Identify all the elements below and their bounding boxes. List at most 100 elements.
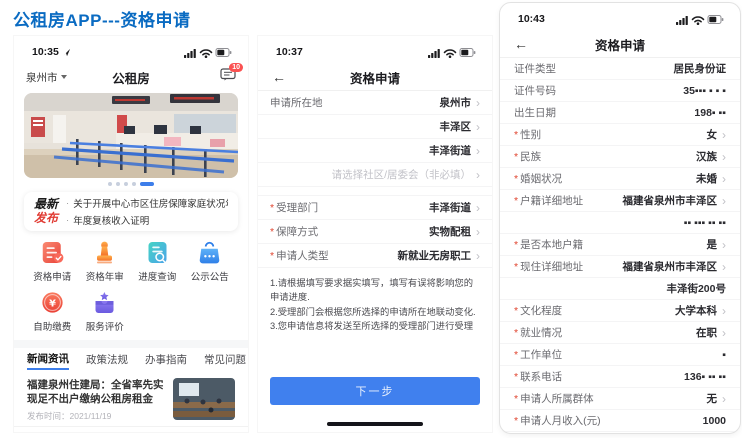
required-asterisk: * — [514, 173, 518, 185]
field-value: 无 — [707, 391, 718, 406]
section-divider-band — [14, 340, 248, 348]
field-label: *现住详细地址 — [514, 259, 583, 274]
svg-text:¥: ¥ — [49, 298, 56, 309]
news-tabs: 新闻资讯 政策法规 办事指南 常见问题 资 — [14, 348, 248, 372]
grid-item-self-pay[interactable]: ¥ 自助缴费 — [26, 289, 79, 333]
tab-faq[interactable]: 常见问题 — [204, 352, 246, 369]
required-asterisk: * — [514, 393, 518, 405]
carousel-dot-active[interactable] — [140, 182, 154, 186]
signal-wifi-battery-icons — [428, 47, 476, 58]
carousel-dot[interactable] — [124, 182, 128, 186]
grid-item-service-review[interactable]: 服务评价 — [79, 289, 132, 333]
tab-policies[interactable]: 政策法规 — [86, 352, 128, 369]
buildings-icon — [124, 431, 139, 432]
service-grid: 资格申请 资格年审 进度查询 — [14, 239, 248, 333]
form-row[interactable]: *申请人所属群体 无 › — [500, 388, 740, 410]
form-row[interactable]: *联系电话 136▪ ▪▪ ▪▪ › — [500, 366, 740, 388]
form-row[interactable]: *申请人月收入(元) 1000 › — [500, 410, 740, 432]
form-row[interactable]: *保障方式 实物配租 › — [258, 220, 492, 244]
form-row[interactable]: *性别 女 › — [500, 124, 740, 146]
service-review-icon — [91, 289, 118, 316]
grid-item-label: 公示公告 — [191, 269, 229, 283]
field-value: ▪ — [722, 349, 726, 361]
form-row[interactable]: *文化程度 大学本科 › — [500, 300, 740, 322]
form-row[interactable]: * ▪▪ ▪▪▪ ▪▪ ▪▪ › — [500, 212, 740, 234]
required-asterisk: * — [270, 226, 274, 238]
bottom-tab-bar: 首页 房源 我的 — [14, 426, 248, 432]
form-row[interactable]: *现住详细地址 福建省泉州市丰泽区 › — [500, 256, 740, 278]
carousel-dots[interactable] — [14, 178, 248, 190]
screen-title: 资格申请 — [500, 35, 740, 54]
form-row[interactable]: *户籍详细地址 福建省泉州市丰泽区 › — [500, 190, 740, 212]
nav-home[interactable]: 首页 — [14, 427, 92, 432]
form-row[interactable]: *证件号码 35▪▪▪ ▪ ▪ ▪ › — [500, 80, 740, 102]
grid-item-progress-query[interactable]: 进度查询 — [131, 239, 184, 283]
field-value: 35▪▪▪ ▪ ▪ ▪ — [683, 85, 726, 97]
carousel-dot[interactable] — [132, 182, 136, 186]
status-time: 10:37 — [276, 46, 303, 58]
carousel-dot[interactable] — [108, 182, 112, 186]
grid-item-annual-review[interactable]: 资格年审 — [79, 239, 132, 283]
chevron-right-icon: › — [476, 169, 480, 181]
chevron-right-icon: › — [722, 327, 726, 339]
required-asterisk: * — [514, 261, 518, 273]
nav-profile[interactable]: 我的 — [170, 427, 248, 432]
app-header: 泉州市 公租房 10 — [14, 64, 248, 90]
status-time: 10:35 — [32, 46, 59, 58]
form-row[interactable]: *民族 汉族 › — [500, 146, 740, 168]
required-asterisk: * — [514, 415, 518, 427]
hero-carousel-photo[interactable] — [24, 93, 238, 178]
flash-item[interactable]: ·年度复核收入证明 — [66, 213, 228, 227]
news-list-item[interactable]: 福建泉州住建局：全省率先实现足不出户缴纳公租房租金 发布时间：2021/11/1… — [14, 372, 248, 426]
field-value: 请选择社区/居委会（非必填） — [332, 167, 471, 182]
next-step-button[interactable]: 下一步 — [270, 377, 480, 405]
form-row[interactable]: *出生日期 198▪ ▪▪ › — [500, 102, 740, 124]
field-value: 198▪ ▪▪ — [694, 107, 726, 119]
carousel-dot[interactable] — [116, 182, 120, 186]
field-value: 汉族 — [696, 149, 717, 164]
flash-item[interactable]: ·关于开展中心市区住房保障家庭状况年度复核工… — [66, 196, 228, 210]
grid-item-announcements[interactable]: 公示公告 — [184, 239, 237, 283]
form-row[interactable]: *婚姻状况 未婚 › — [500, 168, 740, 190]
required-asterisk: * — [270, 202, 274, 214]
messages-button[interactable]: 10 — [220, 68, 236, 86]
grid-item-qualification-apply[interactable]: 资格申请 — [26, 239, 79, 283]
form-row[interactable]: *是否本地户籍 是 › — [500, 234, 740, 256]
field-label: *受理部门 — [270, 200, 318, 215]
form-row[interactable]: * 请选择社区/居委会（非必填） › — [258, 163, 492, 187]
field-value: 泉州市 — [440, 95, 472, 110]
tab-news[interactable]: 新闻资讯 — [27, 351, 69, 370]
field-label: *申请人所属群体 — [514, 391, 594, 406]
chevron-right-icon: › — [722, 195, 726, 207]
application-form-rows: *申请所在地 泉州市 › * 丰泽区 › * 丰泽街道 › * — [258, 91, 492, 268]
form-row[interactable]: * 丰泽区 › — [258, 115, 492, 139]
status-time: 10:43 — [518, 13, 545, 25]
status-bar: 10:43 — [500, 3, 740, 31]
home-indicator[interactable] — [327, 422, 423, 426]
form-row[interactable]: *就业情况 在职 › — [500, 322, 740, 344]
form-row[interactable]: *申请人类型 新就业无房职工 › — [258, 244, 492, 268]
field-label: *工作单位 — [514, 347, 562, 362]
field-value: 是 — [707, 237, 718, 252]
news-thumbnail — [173, 378, 235, 420]
form-row[interactable]: *工作单位 ▪ › — [500, 344, 740, 366]
city-selector[interactable]: 泉州市 — [26, 70, 67, 85]
back-icon[interactable]: ← — [514, 37, 528, 51]
form-row[interactable]: *申请所在地 泉州市 › — [258, 91, 492, 115]
flash-tag-bottom: 发布 — [34, 212, 58, 225]
news-title: 福建泉州住建局：全省率先实现足不出户缴纳公租房租金 — [27, 378, 165, 406]
back-icon[interactable]: ← — [272, 70, 286, 84]
applicant-form-rows: *证件类型 居民身份证 › *证件号码 35▪▪▪ ▪ ▪ ▪ › *出生日期 … — [500, 58, 740, 432]
form-row[interactable]: * 丰泽街200号 › — [500, 278, 740, 300]
tab-guides[interactable]: 办事指南 — [145, 352, 187, 369]
field-value: 丰泽街道 — [429, 143, 471, 158]
required-asterisk: * — [514, 129, 518, 141]
nav-listings[interactable]: 房源 — [92, 427, 170, 432]
chevron-right-icon: › — [476, 145, 480, 157]
field-label: *民族 — [514, 149, 541, 164]
field-value: 福建省泉州市丰泽区 — [623, 259, 718, 274]
form-row[interactable]: * 丰泽街道 › — [258, 139, 492, 163]
form-row[interactable]: *证件类型 居民身份证 › — [500, 58, 740, 80]
chevron-right-icon: › — [476, 121, 480, 133]
form-row[interactable]: *受理部门 丰泽街道 › — [258, 195, 492, 220]
